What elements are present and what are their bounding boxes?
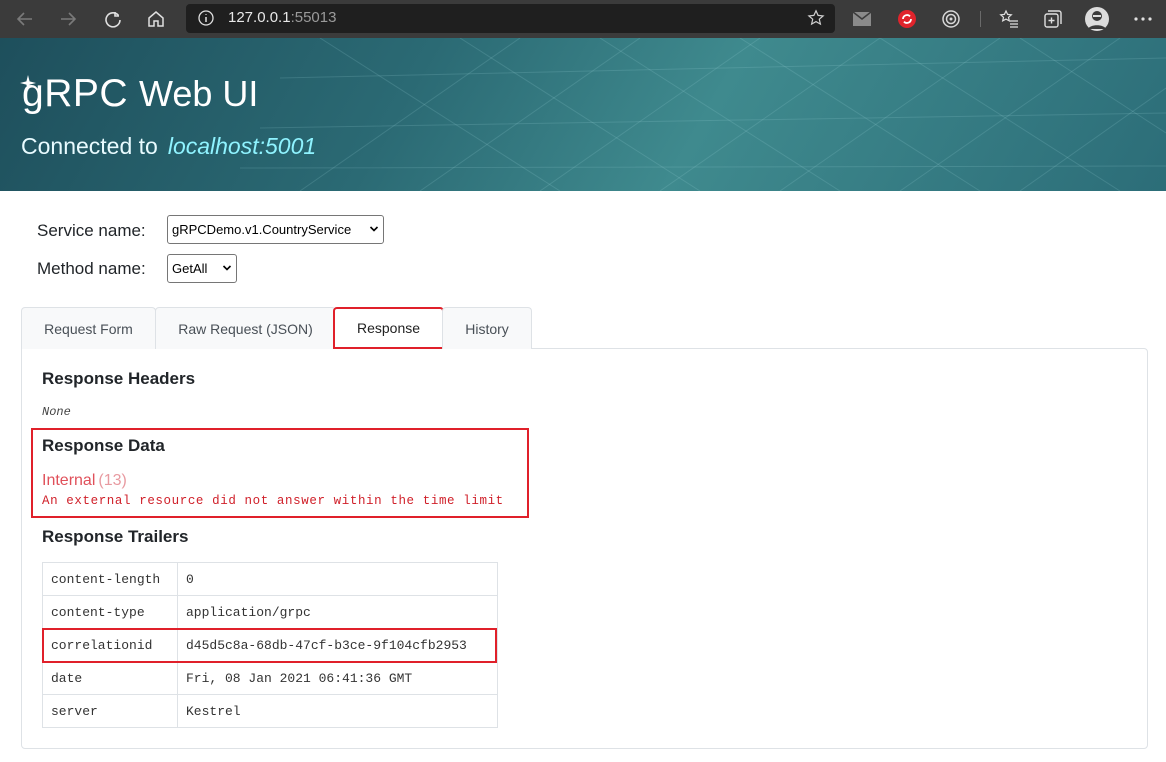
service-name-label: Service name: <box>37 221 146 240</box>
table-row: server Kestrel <box>42 694 498 728</box>
trailer-value: 0 <box>177 562 498 596</box>
service-name-value: gRPCDemo.v1.CountryService <box>172 222 352 237</box>
trailer-key: content-length <box>42 562 178 596</box>
method-name-select[interactable]: GetAll <box>167 254 237 283</box>
correlationid-highlight <box>42 628 497 663</box>
tab-history[interactable]: History <box>442 307 532 349</box>
header-banner: gRPC Web UI Connected to localhost:5001 <box>0 38 1166 191</box>
info-icon[interactable] <box>198 10 214 31</box>
response-data-title: Response Data <box>42 436 165 455</box>
trailer-key: content-type <box>42 595 178 629</box>
service-name-select[interactable]: gRPCDemo.v1.CountryService <box>167 215 384 244</box>
extension-icon[interactable] <box>895 7 919 31</box>
method-name-value: GetAll <box>172 261 208 276</box>
status-name: Internal <box>42 472 96 489</box>
trailer-value: Fri, 08 Jan 2021 06:41:36 GMT <box>177 661 498 695</box>
address-bar[interactable]: 127.0.0.1:55013 <box>186 4 835 33</box>
tab-raw-request[interactable]: Raw Request (JSON) <box>155 307 336 349</box>
collections-icon[interactable] <box>1041 7 1065 31</box>
table-row: content-type application/grpc <box>42 595 498 629</box>
chevron-down-icon <box>369 226 379 232</box>
tab-response[interactable]: Response <box>333 307 444 349</box>
favorite-star-icon[interactable] <box>807 9 825 32</box>
trailer-key: date <box>42 661 178 695</box>
profile-avatar[interactable] <box>1085 7 1109 31</box>
toolbar-separator <box>980 11 981 27</box>
tab-request-form[interactable]: Request Form <box>21 307 156 349</box>
trailer-value: Kestrel <box>177 694 498 728</box>
trailer-value: application/grpc <box>177 595 498 629</box>
table-row: content-length 0 <box>42 562 498 596</box>
status-message: An external resource did not answer with… <box>42 494 504 508</box>
back-icon[interactable] <box>12 6 38 32</box>
trailer-key: server <box>42 694 178 728</box>
page-title: Web UI <box>139 73 259 114</box>
address-text: 127.0.0.1:55013 <box>228 9 336 26</box>
connected-label: Connected to <box>21 133 158 159</box>
connection-status: Connected to localhost:5001 <box>21 133 316 160</box>
response-headers-none: None <box>42 405 71 419</box>
browser-toolbar: 127.0.0.1:55013 <box>0 0 1166 38</box>
mail-icon[interactable] <box>850 7 874 31</box>
more-icon[interactable] <box>1131 7 1155 31</box>
grpc-logo: gRPC <box>20 72 129 116</box>
connected-host: localhost:5001 <box>167 133 317 159</box>
status-number: (13) <box>98 472 127 489</box>
tracking-icon[interactable] <box>939 7 963 31</box>
refresh-icon[interactable] <box>100 6 126 32</box>
home-icon[interactable] <box>143 6 169 32</box>
table-row: date Fri, 08 Jan 2021 06:41:36 GMT <box>42 661 498 695</box>
response-headers-title: Response Headers <box>42 369 196 388</box>
url-port: :55013 <box>290 9 337 26</box>
response-trailers-title: Response Trailers <box>42 527 189 546</box>
chevron-down-icon <box>222 265 232 271</box>
logo-text: gRPC <box>22 72 129 115</box>
forward-icon[interactable] <box>55 6 81 32</box>
url-host: 127.0.0.1 <box>228 9 291 26</box>
favorites-list-icon[interactable] <box>997 7 1021 31</box>
method-name-label: Method name: <box>37 259 146 278</box>
status-code: Internal (13) <box>42 472 127 490</box>
